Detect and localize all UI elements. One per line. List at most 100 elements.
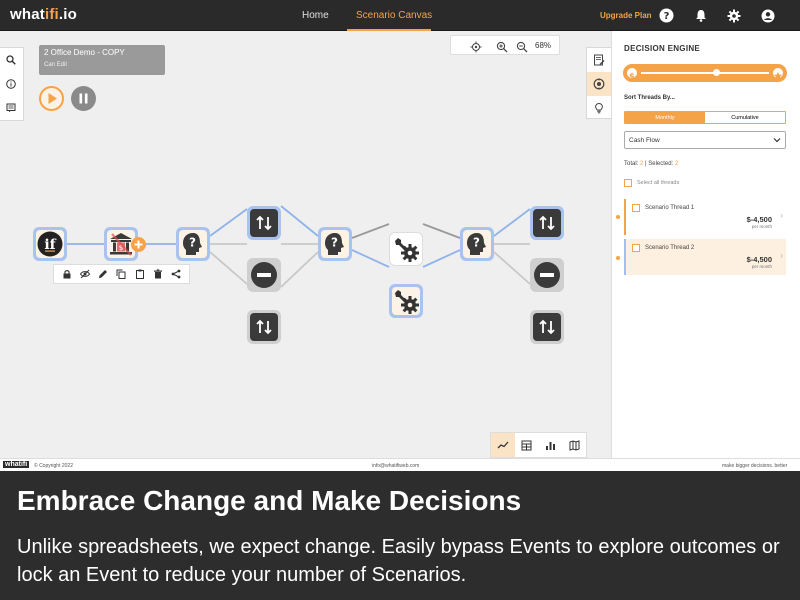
decision-node-3[interactable]: ? <box>460 227 494 261</box>
thread-1-name: Scenario Thread 1 <box>645 205 695 211</box>
nav-home[interactable]: Home <box>302 10 329 21</box>
caption-title: Embrace Change and Make Decisions <box>17 485 522 516</box>
scenario-slider[interactable]: $ <box>623 64 787 82</box>
thread-1-marker <box>616 215 620 219</box>
thread-1-period: per month <box>751 224 772 229</box>
tools-node-top[interactable] <box>389 232 423 266</box>
footer-copyright: © Copyright 2022 <box>34 463 73 469</box>
bypass-node-1[interactable] <box>247 258 281 292</box>
slider-dollar-knob[interactable]: $ <box>625 66 639 82</box>
footer-tagline: make bigger decisions. better <box>722 463 788 469</box>
up-down-arrows-icon <box>539 215 555 231</box>
view-switcher <box>490 432 587 458</box>
copy-icon[interactable] <box>115 268 127 280</box>
caption-body: Unlike spreadsheets, we expect change. E… <box>17 536 780 586</box>
footer-email-link[interactable]: info@whatifiweb.com <box>372 463 419 469</box>
scenario-thread-2[interactable]: Scenario Thread 2 $-4,500 per month › <box>624 239 786 275</box>
settings-gear-icon[interactable] <box>726 8 741 23</box>
question-head-icon: ? <box>183 233 202 255</box>
marketing-caption: Embrace Change and Make Decisions Unlike… <box>0 471 800 600</box>
if-start-node[interactable]: if <box>33 227 67 261</box>
table-view-icon[interactable] <box>515 433 539 457</box>
star-icon <box>773 71 783 80</box>
sort-monthly-button[interactable]: Monthly <box>625 112 705 123</box>
svg-text:?: ? <box>331 236 338 250</box>
thread-2-checkbox[interactable] <box>632 244 640 252</box>
up-down-arrows-icon <box>539 319 555 335</box>
nav-scenario-canvas[interactable]: Scenario Canvas <box>356 10 432 21</box>
app-logo[interactable]: whatifi.io <box>10 6 77 23</box>
decision-node-1[interactable]: ? <box>176 227 210 261</box>
account-avatar-icon[interactable] <box>760 8 775 23</box>
total-count: 2 <box>640 161 644 167</box>
transfer-node-top-2[interactable] <box>530 206 564 240</box>
footer-logo: whatifi <box>3 461 30 468</box>
decision-node-2[interactable]: ? <box>318 227 352 261</box>
notification-bell-icon[interactable] <box>693 8 708 23</box>
map-view-icon[interactable] <box>562 433 586 457</box>
total-label: Total: <box>624 161 639 167</box>
svg-text:?: ? <box>664 11 670 22</box>
transfer-node-bottom-2[interactable] <box>530 310 564 344</box>
thread-2-marker <box>616 256 620 260</box>
selected-label: | Selected: <box>645 161 674 167</box>
svg-text:$: $ <box>629 72 635 81</box>
sort-label: Sort Threads By... <box>624 95 675 101</box>
minus-icon <box>540 273 554 277</box>
line-chart-view-icon[interactable] <box>491 433 515 457</box>
chevron-right-icon[interactable]: › <box>780 251 783 260</box>
top-bar: whatifi.io Home Scenario Canvas Upgrade … <box>0 0 800 31</box>
question-head-icon: ? <box>325 233 344 255</box>
metric-select-value: Cash Flow <box>629 137 660 144</box>
if-icon: if <box>37 231 63 257</box>
edit-pencil-icon[interactable] <box>97 268 109 280</box>
slider-star-knob[interactable] <box>771 66 785 80</box>
wrench-gear-icon <box>395 238 419 262</box>
question-head-icon: ? <box>467 233 486 255</box>
chevron-right-icon[interactable]: › <box>780 211 783 220</box>
lock-icon[interactable] <box>61 268 73 280</box>
select-all-label: Select all threads <box>637 180 680 186</box>
help-icon[interactable]: ? <box>659 8 674 23</box>
share-branch-icon[interactable] <box>170 268 182 280</box>
plus-icon <box>134 240 143 249</box>
sort-cumulative-button[interactable]: Cumulative <box>705 112 785 123</box>
decision-engine-panel: DECISION ENGINE $ Sort Threads By... Mon… <box>611 31 800 458</box>
slider-midpoint <box>713 69 720 76</box>
node-action-toolbar <box>53 264 190 284</box>
svg-text:?: ? <box>473 236 480 250</box>
metric-select[interactable]: Cash Flow <box>624 131 786 149</box>
panel-title: DECISION ENGINE <box>624 44 701 53</box>
app-footer: whatifi © Copyright 2022 info@whatifiweb… <box>0 458 800 471</box>
bypass-node-2[interactable] <box>530 258 564 292</box>
transfer-node-bottom-1[interactable] <box>247 310 281 344</box>
paste-clipboard-icon[interactable] <box>134 268 146 280</box>
dollar-icon: $ <box>629 72 635 82</box>
tools-node-bottom[interactable] <box>389 284 423 318</box>
thread-1-checkbox[interactable] <box>632 204 640 212</box>
thread-1-amount: $-4,500 <box>746 215 772 224</box>
select-all-threads[interactable]: Select all threads <box>624 179 679 187</box>
up-down-arrows-icon <box>256 319 272 335</box>
sort-toggle: Monthly Cumulative <box>624 111 786 124</box>
minus-icon <box>257 273 271 277</box>
upgrade-plan-link[interactable]: Upgrade Plan <box>600 11 652 20</box>
add-event-button[interactable] <box>131 237 146 252</box>
thread-2-amount: $-4,500 <box>746 255 772 264</box>
svg-text:?: ? <box>189 236 196 250</box>
bar-chart-view-icon[interactable] <box>539 433 563 457</box>
scenario-canvas[interactable]: 2 Office Demo - COPY Can Edit 68% if $ ?… <box>0 31 611 458</box>
scenario-thread-1[interactable]: Scenario Thread 1 $-4,500 per month › <box>624 199 786 235</box>
up-down-arrows-icon <box>256 215 272 231</box>
bypass-hide-icon[interactable] <box>79 268 91 280</box>
thread-2-period: per month <box>751 264 772 269</box>
wrench-gear-icon <box>395 290 419 314</box>
delete-trash-icon[interactable] <box>152 268 164 280</box>
select-all-checkbox[interactable] <box>624 179 632 187</box>
selected-count: 2 <box>674 161 679 167</box>
chevron-down-icon <box>773 136 781 146</box>
transfer-node-top-1[interactable] <box>247 206 281 240</box>
scenario-graph-edges <box>67 205 531 288</box>
thread-2-name: Scenario Thread 2 <box>645 245 695 251</box>
slider-track <box>641 72 769 74</box>
